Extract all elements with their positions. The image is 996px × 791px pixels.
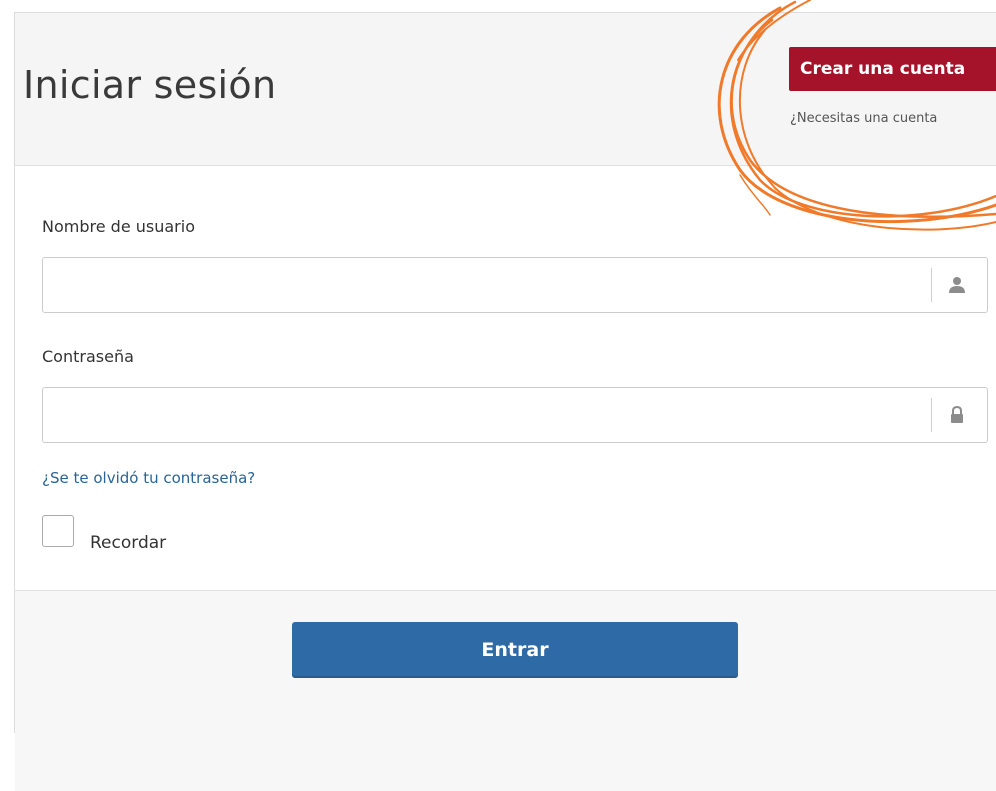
input-divider <box>931 268 932 302</box>
remember-label: Recordar <box>90 533 167 553</box>
need-account-text: ¿Necesitas una cuenta <box>790 111 938 126</box>
username-input[interactable] <box>43 258 923 312</box>
user-icon <box>949 277 965 293</box>
forgot-password-link[interactable]: ¿Se te olvidó tu contraseña? <box>42 469 255 487</box>
remember-checkbox[interactable] <box>42 515 74 547</box>
password-field-wrapper <box>42 387 988 443</box>
username-field-wrapper <box>42 257 988 313</box>
password-label: Contraseña <box>42 347 134 366</box>
lock-icon <box>951 405 963 423</box>
input-divider <box>931 398 932 432</box>
form-footer <box>15 591 996 791</box>
create-account-button[interactable]: Crear una cuenta <box>789 47 996 91</box>
submit-button[interactable]: Entrar <box>292 622 738 678</box>
login-card: Iniciar sesión Crear una cuenta ¿Necesit… <box>14 12 996 791</box>
page-title: Iniciar sesión <box>23 63 277 107</box>
username-label: Nombre de usuario <box>42 217 195 236</box>
login-header: Iniciar sesión Crear una cuenta ¿Necesit… <box>15 13 996 166</box>
password-input[interactable] <box>43 388 923 442</box>
